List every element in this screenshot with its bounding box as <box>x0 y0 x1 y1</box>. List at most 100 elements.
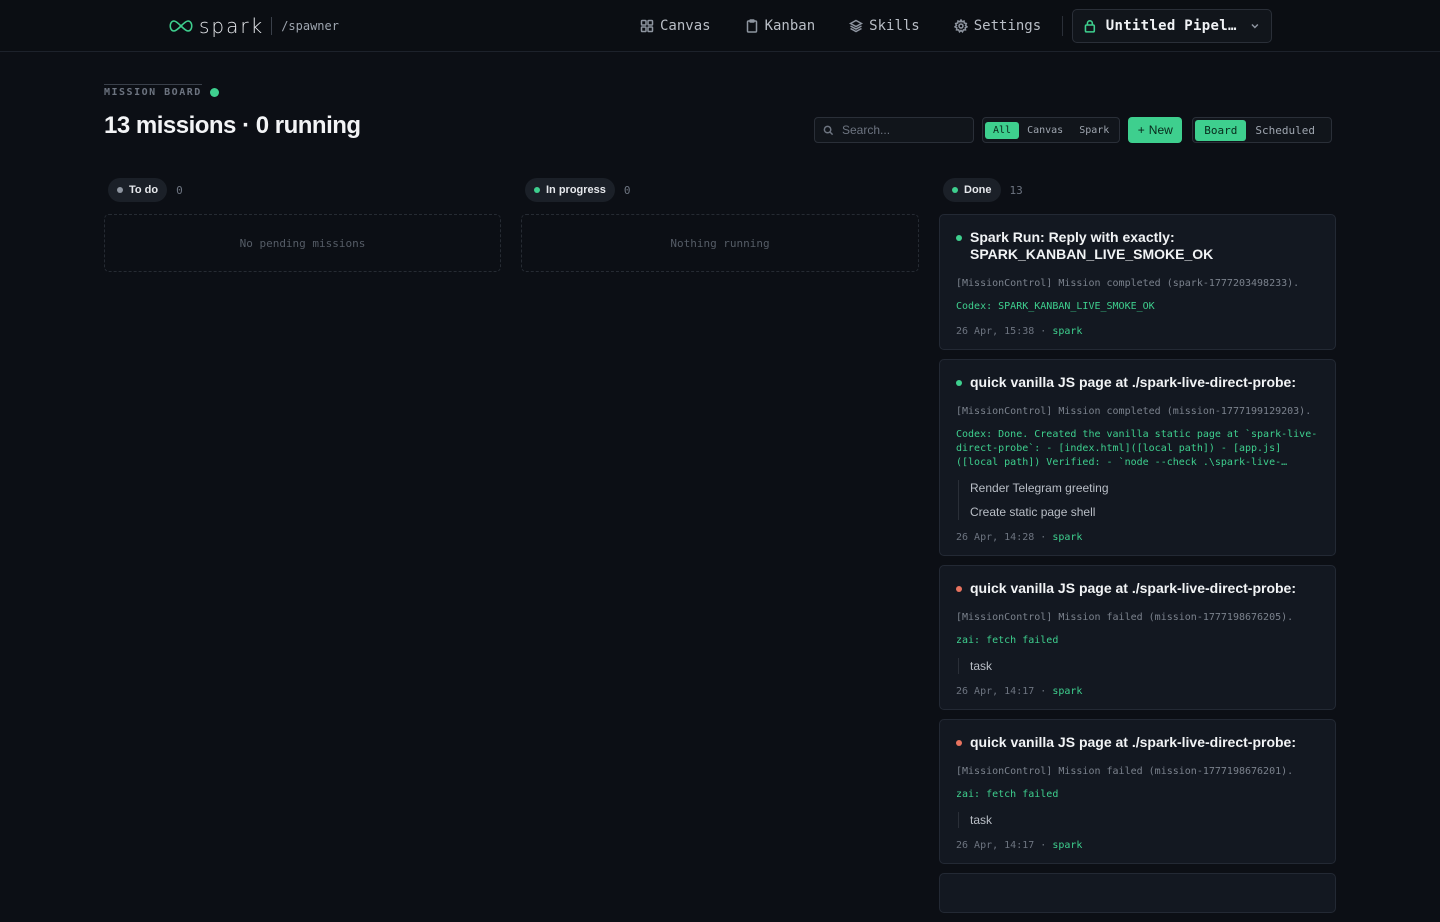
column-pill-done[interactable]: Done <box>943 178 1001 202</box>
main-nav: Canvas Kanban Skills Settings <box>640 0 1075 52</box>
subtask-item[interactable]: Create static page shell <box>970 504 1319 520</box>
card-title-text: Spark Run: Reply with exactly: SPARK_KAN… <box>970 229 1214 262</box>
subtask-item[interactable]: task <box>970 658 1319 674</box>
column-label: Done <box>964 184 992 196</box>
eyebrow-label: MISSION BOARD <box>104 84 202 98</box>
mission-card[interactable]: Spark Run: Reply with exactly: SPARK_KAN… <box>939 214 1336 350</box>
card-time: 26 Apr, 15:38 <box>956 326 1035 337</box>
card-agent: spark <box>1052 326 1083 337</box>
card-footer: 26 Apr, 14:17 · spark <box>956 840 1083 851</box>
search-icon <box>823 125 834 135</box>
column-header-todo: To do 0 <box>108 178 183 202</box>
card-output: Codex: Done. Created the vanilla static … <box>956 429 1318 468</box>
card-title-text: quick vanilla JS page at ./spark-live-di… <box>970 374 1296 390</box>
gear-icon <box>953 19 968 33</box>
column-count: 0 <box>623 183 631 197</box>
search-input[interactable] <box>842 123 962 137</box>
nav-settings[interactable]: Settings <box>953 18 1042 34</box>
brand-divider <box>271 17 273 35</box>
card-agent: spark <box>1052 840 1083 851</box>
grid-icon <box>640 19 654 33</box>
column-count: 0 <box>176 183 183 197</box>
status-dot <box>956 740 962 746</box>
search-box[interactable] <box>814 117 974 143</box>
card-footer: 26 Apr, 14:17 · spark <box>956 686 1083 697</box>
status-dot <box>534 187 540 193</box>
card-title: Spark Run: Reply with exactly: SPARK_KAN… <box>956 229 1319 263</box>
infinity-logo-icon <box>169 20 193 32</box>
card-title: quick vanilla JS page at ./spark-live-di… <box>956 374 1319 391</box>
new-mission-button[interactable]: + New <box>1128 117 1183 143</box>
view-switcher: Board Scheduled <box>1192 117 1333 143</box>
card-time: 26 Apr, 14:28 <box>956 532 1035 543</box>
nav-canvas-label: Canvas <box>660 18 711 34</box>
card-output: zai: fetch failed <box>956 635 1059 646</box>
card-title: quick vanilla JS page at ./spark-live-di… <box>956 580 1319 597</box>
column-pill-todo[interactable]: To do <box>108 178 168 202</box>
card-log: [MissionControl] Mission failed (mission… <box>956 612 1294 623</box>
mission-card[interactable]: quick vanilla JS page at ./spark-live-di… <box>939 359 1336 556</box>
brand-subpath: /spawner <box>281 19 339 33</box>
card-title-text: quick vanilla JS page at ./spark-live-di… <box>970 580 1296 596</box>
card-agent: spark <box>1052 532 1083 543</box>
nav-kanban[interactable]: Kanban <box>745 18 816 34</box>
card-log: [MissionControl] Mission completed (spar… <box>956 278 1300 289</box>
card-title-text: quick vanilla JS page at ./spark-live-di… <box>970 734 1296 750</box>
status-dot <box>117 187 123 193</box>
column-count: 13 <box>1009 183 1023 197</box>
column-header-done: Done 13 <box>943 178 1023 202</box>
pipeline-name: Untitled Pipel… <box>1105 18 1237 34</box>
in-progress-empty-state: Nothing running <box>521 214 919 272</box>
plus-icon: + <box>1137 123 1145 137</box>
view-scheduled[interactable]: Scheduled <box>1246 120 1324 141</box>
status-dot <box>956 586 962 592</box>
filter-spark[interactable]: Spark <box>1071 122 1117 139</box>
nav-skills-label: Skills <box>869 18 920 34</box>
new-button-label: New <box>1148 123 1173 137</box>
done-column-cards: Spark Run: Reply with exactly: SPARK_KAN… <box>939 214 1336 922</box>
column-header-in-progress: In progress 0 <box>525 178 631 202</box>
nav-canvas[interactable]: Canvas <box>640 18 711 34</box>
column-label: In progress <box>546 184 606 196</box>
nav-divider <box>1062 16 1063 36</box>
card-log: [MissionControl] Mission completed (miss… <box>956 406 1312 417</box>
nav-kanban-label: Kanban <box>764 18 816 34</box>
layers-icon <box>849 19 864 33</box>
source-filter: All Canvas Spark <box>982 117 1121 143</box>
card-time: 26 Apr, 14:17 <box>956 686 1035 697</box>
card-footer: 26 Apr, 14:28 · spark <box>956 532 1083 543</box>
status-dot <box>956 380 962 386</box>
subtask-list: task <box>958 658 1319 674</box>
view-board[interactable]: Board <box>1195 119 1247 141</box>
status-dot <box>956 235 962 241</box>
pipeline-selector[interactable]: Untitled Pipel… <box>1072 9 1272 43</box>
column-pill-in-progress[interactable]: In progress <box>525 178 615 202</box>
subtask-list: Render Telegram greeting Create static p… <box>958 480 1319 520</box>
nav-settings-label: Settings <box>973 18 1042 34</box>
nav-skills[interactable]: Skills <box>849 18 920 34</box>
subtask-item[interactable]: Render Telegram greeting <box>970 480 1319 496</box>
subtask-list: task <box>958 812 1319 828</box>
chevron-down-icon <box>1251 24 1259 29</box>
todo-empty-state: No pending missions <box>104 214 501 272</box>
column-label: To do <box>129 184 159 196</box>
mission-card[interactable]: quick vanilla JS page at ./spark-live-di… <box>939 565 1336 710</box>
mission-card[interactable] <box>939 873 1336 913</box>
board-controls: All Canvas Spark + New Board Scheduled <box>814 117 1333 143</box>
subtask-item[interactable]: task <box>970 812 1319 828</box>
page-title: 13 missions · 0 running <box>104 112 361 139</box>
clipboard-icon <box>746 19 757 33</box>
brand-name: spark <box>199 14 265 38</box>
card-agent: spark <box>1052 686 1083 697</box>
status-dot <box>952 187 958 193</box>
mission-card[interactable]: quick vanilla JS page at ./spark-live-di… <box>939 719 1336 864</box>
card-time: 26 Apr, 14:17 <box>956 840 1035 851</box>
brand-logo[interactable]: spark /spawner <box>167 14 339 38</box>
card-output: zai: fetch failed <box>956 789 1059 800</box>
filter-all[interactable]: All <box>985 121 1020 139</box>
card-log: [MissionControl] Mission failed (mission… <box>956 766 1294 777</box>
card-title: quick vanilla JS page at ./spark-live-di… <box>956 734 1319 751</box>
card-output: Codex: SPARK_KANBAN_LIVE_SMOKE_OK <box>956 301 1155 312</box>
top-bar: spark /spawner Canvas Kanban Skills Sett… <box>0 0 1440 52</box>
filter-canvas[interactable]: Canvas <box>1019 122 1071 139</box>
